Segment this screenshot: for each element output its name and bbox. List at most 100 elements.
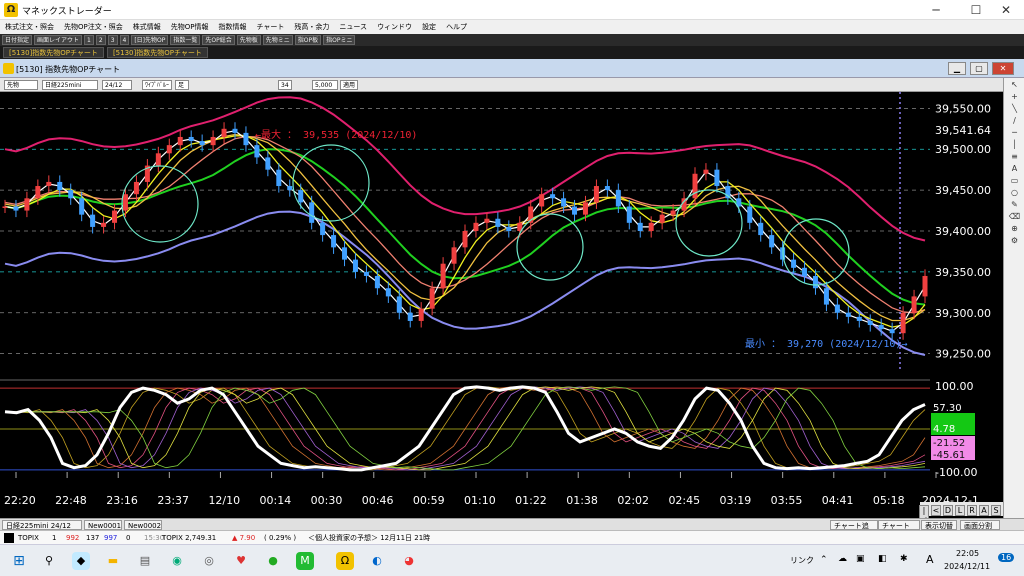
toolbar-futures-op[interactable]: [日]先物OP	[131, 35, 169, 45]
menu-index-info[interactable]: 指数情報	[213, 20, 251, 34]
add-chart-button[interactable]: チャート追加	[830, 520, 878, 540]
menu-settings[interactable]: 設定	[417, 20, 441, 34]
notification-badge[interactable]: 16	[998, 553, 1015, 562]
toolbar-layout-4[interactable]: 4	[119, 35, 130, 45]
toolbar-date[interactable]: 日付指定	[2, 35, 33, 45]
split-screen-button[interactable]: 画面分割	[960, 520, 1000, 530]
tray-cloud-icon[interactable]: ☁	[838, 554, 847, 564]
cursor-icon[interactable]: ↖	[1007, 79, 1022, 90]
menu-futures-order[interactable]: 先物OP注文・照会	[59, 20, 128, 34]
store-icon[interactable]: ▤	[136, 552, 154, 570]
chart-minimize-button[interactable]: ▁	[948, 62, 966, 75]
app-icon-2[interactable]: ◎	[200, 552, 218, 570]
rect-tool-icon[interactable]: ▭	[1007, 175, 1022, 186]
text-tool-icon[interactable]: A	[1007, 163, 1022, 174]
x-tick-label: 23:16	[106, 494, 138, 507]
copilot-icon[interactable]: ◆	[72, 552, 90, 570]
close-button[interactable]: ✕	[988, 0, 1024, 20]
chart-close-button[interactable]: ✕	[992, 62, 1014, 75]
nav-prev[interactable]: <	[931, 505, 941, 516]
nav-l[interactable]: L	[955, 505, 965, 516]
candle-body	[122, 194, 128, 211]
search-icon[interactable]: ⚲	[40, 552, 58, 570]
menu-stock-info[interactable]: 株式情報	[128, 20, 166, 34]
toolbar-futures-mini[interactable]: 先物ミニ	[262, 35, 293, 45]
toolbar-op-mini[interactable]: 指OPミニ	[323, 35, 356, 45]
bottom-tab-new1[interactable]: New0001	[84, 520, 122, 530]
ticker-icon	[4, 533, 14, 543]
menu-help[interactable]: ヘルプ	[441, 20, 472, 34]
osc-tick-label: 100.00	[935, 380, 974, 393]
tray-chevron-icon[interactable]: ⌃	[820, 555, 828, 565]
clock-date[interactable]: 2024/12/11	[944, 562, 990, 571]
minimize-button[interactable]: ─	[916, 0, 956, 20]
doc-tab-chart-1[interactable]: [5130]指数先物OPチャート	[3, 47, 104, 58]
menu-futures-info[interactable]: 先物OP情報	[166, 20, 214, 34]
app-icon-3[interactable]: ♥	[232, 552, 250, 570]
monex-trader-icon[interactable]: Ω	[336, 552, 354, 570]
toolbar-layout-2[interactable]: 2	[95, 35, 106, 45]
crosshair-icon[interactable]: +	[1007, 91, 1022, 102]
doc-tab-chart-2[interactable]: [5130]指数先物OPチャート	[106, 47, 208, 58]
chart-area[interactable]: 39,550.00 39,500.00 39,450.00 39,400.00 39,3…	[0, 92, 1003, 518]
toolbar-layout-1[interactable]: 1	[84, 35, 94, 45]
ticker-news[interactable]: ＜個人投資家の予想＞ 12月11日 21時	[308, 533, 430, 543]
nav-d[interactable]: D	[943, 505, 953, 516]
delete-chart-button[interactable]: チャート削除	[878, 520, 920, 540]
windows-start-icon[interactable]: ⊞	[10, 552, 28, 570]
app-icon: Ω	[4, 3, 18, 17]
tray-bluetooth-icon[interactable]: ✱	[900, 554, 908, 564]
tray-app-icon[interactable]: ◧	[878, 554, 887, 564]
file-explorer-icon[interactable]: ▬	[104, 552, 122, 570]
month-select[interactable]: 24/12	[102, 80, 132, 90]
eraser-icon[interactable]: ⌫	[1007, 211, 1022, 222]
hline-icon[interactable]: ─	[1007, 127, 1022, 138]
toggle-display-button[interactable]: 表示切替	[921, 520, 957, 530]
count-input[interactable]: 5,000	[312, 80, 338, 90]
settings-icon[interactable]: ⚙	[1007, 235, 1022, 246]
toolbar-layout[interactable]: 画面レイアウト	[34, 35, 83, 45]
chart-restore-button[interactable]: ▢	[970, 62, 988, 75]
menu-news[interactable]: ニュース	[334, 20, 372, 34]
candle-body	[856, 316, 862, 321]
vline-icon[interactable]: │	[1007, 139, 1022, 150]
nav-r[interactable]: R	[967, 505, 977, 516]
tray-camera-icon[interactable]: ▣	[856, 554, 865, 564]
menu-balance[interactable]: 残高・余力	[289, 20, 334, 34]
menu-chart[interactable]: チャート	[251, 20, 289, 34]
apply-button[interactable]: 適用	[340, 80, 358, 90]
menu-stock-order[interactable]: 株式注文・照会	[0, 20, 59, 34]
candle-body	[582, 202, 588, 215]
candle-body	[57, 181, 63, 191]
fibo-icon[interactable]: ≡	[1007, 151, 1022, 162]
chart-window-title-bar: [5130] 指数先物OPチャート ▁ ▢ ✕	[0, 59, 1024, 78]
chart-type-button[interactable]: ﾜｲﾌﾟﾊﾞﾙｰ	[142, 80, 172, 90]
nav-s[interactable]: S	[991, 505, 1001, 516]
app-icon-4[interactable]: ●	[264, 552, 282, 570]
toolbar-index-list[interactable]: 指数一覧	[170, 35, 201, 45]
edge-icon[interactable]: ◐	[368, 552, 386, 570]
chrome-icon[interactable]: ◕	[400, 552, 418, 570]
trendline-icon[interactable]: ∕	[1007, 115, 1022, 126]
toolbar-futures-board[interactable]: 先物板	[236, 35, 261, 45]
candle-body	[35, 186, 41, 199]
nav-a[interactable]: A	[979, 505, 989, 516]
zoom-icon[interactable]: ⊕	[1007, 223, 1022, 234]
ticker-name: TOPIX	[18, 534, 39, 542]
clock-time[interactable]: 22:05	[956, 549, 979, 558]
line-tool-icon[interactable]: ╲	[1007, 103, 1022, 114]
product-select[interactable]: 日経225mini	[42, 80, 98, 90]
app-icon-m[interactable]: M	[296, 552, 314, 570]
toolbar-op-summary[interactable]: 先OP総合	[202, 35, 235, 45]
toolbar-layout-3[interactable]: 3	[107, 35, 118, 45]
pen-icon[interactable]: ✎	[1007, 199, 1022, 210]
ime-indicator[interactable]: A	[926, 553, 934, 566]
menu-window[interactable]: ウィンドウ	[372, 20, 417, 34]
bottom-tab-product[interactable]: 日経225mini 24/12	[2, 520, 82, 530]
bottom-tab-new2[interactable]: New0002	[124, 520, 162, 530]
bars-input[interactable]: 34	[278, 80, 292, 90]
toolbar-op-board[interactable]: 指OP板	[294, 35, 322, 45]
kind-select[interactable]: 先物	[4, 80, 38, 90]
circle-tool-icon[interactable]: ○	[1007, 187, 1022, 198]
app-icon-1[interactable]: ◉	[168, 552, 186, 570]
